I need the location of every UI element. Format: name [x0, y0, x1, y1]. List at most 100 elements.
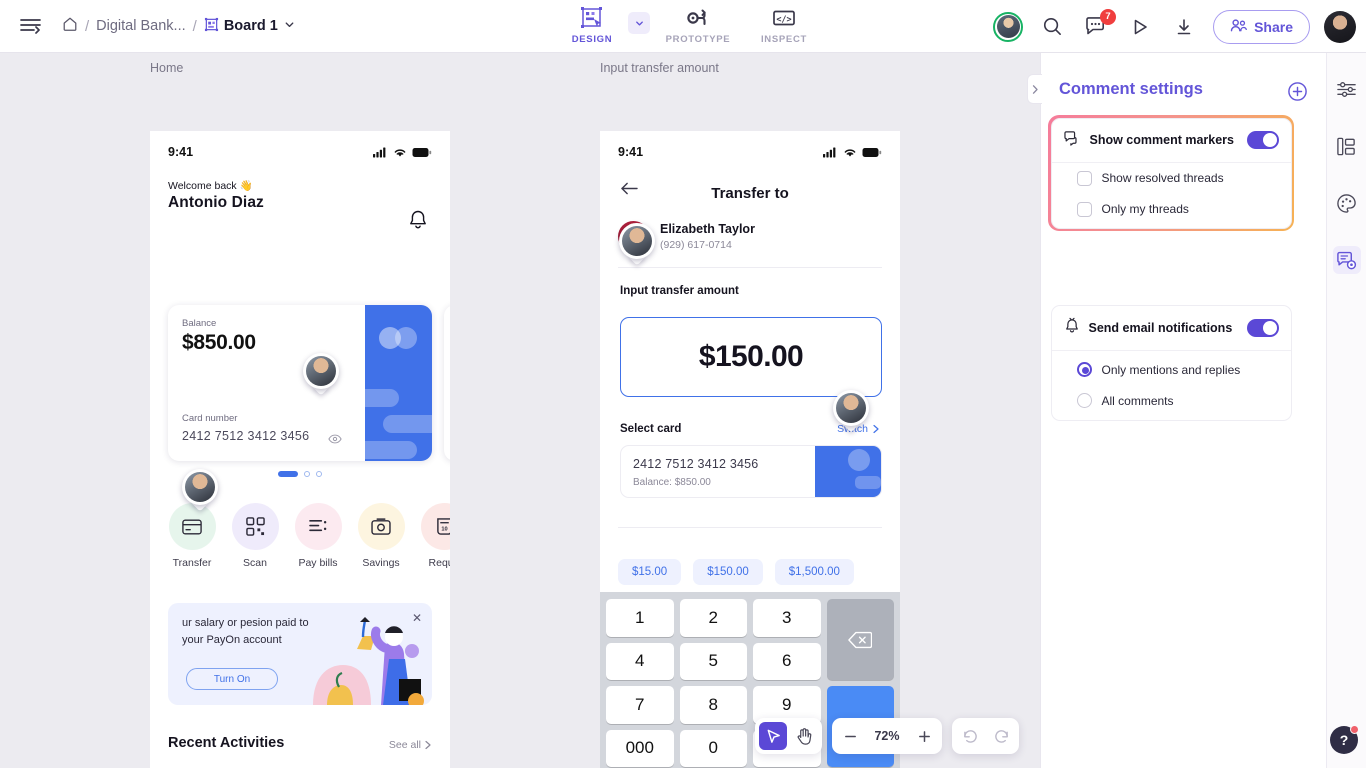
tab-prototype[interactable]: PROTOTYPE: [662, 0, 734, 45]
carousel-dot-1[interactable]: [278, 471, 298, 477]
panel-collapse-chevron-right-icon[interactable]: [1027, 74, 1042, 104]
comments-icon: [1063, 130, 1081, 151]
design-mode-chevron-down-icon[interactable]: [628, 12, 650, 34]
promo-turn-on-button[interactable]: Turn On: [186, 668, 278, 690]
avatar-online[interactable]: [993, 11, 1024, 42]
recipient-name: Elizabeth Taylor: [660, 222, 755, 236]
send-email-notifications-toggle[interactable]: [1246, 319, 1279, 337]
key-6[interactable]: 6: [753, 642, 821, 680]
quick-action-scan[interactable]: Scan: [231, 503, 279, 569]
home-icon[interactable]: [62, 16, 78, 36]
only-my-threads-label: Only my threads: [1101, 202, 1189, 216]
key-2[interactable]: 2: [679, 599, 747, 637]
tab-design[interactable]: DESIGN: [556, 0, 628, 45]
quick-action-savings[interactable]: Savings: [357, 503, 405, 569]
only-mentions-row[interactable]: Only mentions and replies: [1052, 351, 1291, 385]
tab-inspect-label: INSPECT: [760, 34, 808, 45]
cursor-icon[interactable]: [759, 722, 787, 750]
carousel-dot-2[interactable]: [304, 471, 310, 477]
bell-icon[interactable]: [408, 209, 428, 236]
only-my-threads-checkbox[interactable]: [1076, 201, 1092, 217]
user-name: Antonio Diaz: [168, 194, 264, 211]
show-comment-markers-toggle[interactable]: [1246, 131, 1279, 149]
palette-icon[interactable]: [1333, 189, 1361, 217]
frame-home[interactable]: 9:41 Welcome back 👋 Antonio Diaz Balance…: [150, 131, 450, 768]
add-comment-icon[interactable]: [1287, 81, 1308, 107]
hand-icon[interactable]: [790, 722, 818, 750]
svg-text:10: 10: [441, 526, 447, 532]
divider: [618, 527, 882, 528]
tab-design-label: DESIGN: [571, 34, 613, 45]
quick-action-paybills[interactable]: Pay bills: [294, 503, 342, 569]
comment-icon[interactable]: 7: [1081, 8, 1117, 42]
quick-action-label: Transfer: [172, 557, 212, 569]
zoom-level[interactable]: 72%: [867, 729, 907, 743]
sliders-icon[interactable]: [1333, 75, 1361, 103]
hamburger-icon[interactable]: [14, 9, 48, 43]
tab-inspect[interactable]: </> INSPECT: [748, 0, 820, 45]
breadcrumb-board[interactable]: Board 1: [204, 17, 296, 36]
avatar-user[interactable]: [1324, 10, 1356, 43]
see-all-link[interactable]: See all: [389, 739, 432, 751]
show-resolved-threads-checkbox[interactable]: [1076, 170, 1092, 186]
key-4[interactable]: 4: [606, 642, 674, 680]
key-8[interactable]: 8: [679, 686, 747, 724]
key-000[interactable]: 000: [606, 729, 674, 767]
balance-card-1[interactable]: Balance $850.00 Card number 2412 7512 34…: [168, 305, 432, 461]
play-icon[interactable]: [1125, 12, 1155, 42]
backspace-icon[interactable]: [826, 599, 894, 680]
eye-icon[interactable]: [328, 431, 342, 449]
quick-amount-chips[interactable]: $15.00 $150.00 $1,500.00: [618, 559, 854, 585]
card-number-label: Card number: [182, 413, 238, 424]
bottom-toolbar: 72%: [755, 718, 1019, 754]
key-7[interactable]: 7: [606, 686, 674, 724]
share-button[interactable]: Share: [1213, 9, 1310, 44]
carousel-dot-3[interactable]: [316, 471, 322, 477]
quick-action-request[interactable]: 10 Reque: [420, 503, 450, 569]
breadcrumb-project[interactable]: Digital Bank...: [96, 18, 185, 34]
balance-amount: $850.00: [182, 331, 256, 354]
zoom-out-minus-icon[interactable]: [836, 722, 864, 750]
card-artwork: [815, 446, 881, 497]
help-button[interactable]: ?: [1330, 725, 1359, 754]
key-3[interactable]: 3: [753, 599, 821, 637]
promo-banner[interactable]: ur salary or pesion paid to your PayOn a…: [168, 603, 432, 705]
selected-card[interactable]: 2412 7512 3412 3456 Balance: $850.00: [620, 445, 882, 498]
comment-pin-2[interactable]: [182, 469, 218, 513]
comment-settings-panel: Comment settings Show comment markers Sh…: [1027, 53, 1326, 768]
welcome-block: Welcome back 👋 Antonio Diaz: [150, 165, 450, 212]
comment-pin-3[interactable]: [619, 223, 655, 267]
zoom-in-plus-icon[interactable]: [910, 722, 938, 750]
show-resolved-threads-row[interactable]: Show resolved threads: [1052, 163, 1291, 194]
send-email-notifications-row[interactable]: Send email notifications: [1051, 306, 1291, 351]
quick-amount-2[interactable]: $150.00: [693, 559, 763, 585]
balance-card-2[interactable]: Balanc $115 Card n: [444, 305, 450, 461]
design-canvas[interactable]: Home Input transfer amount 9:41 Welcome …: [0, 53, 1047, 768]
undo-icon[interactable]: [956, 722, 984, 750]
key-1[interactable]: 1: [606, 599, 674, 637]
chevron-down-icon[interactable]: [283, 18, 296, 35]
amount-field-label: Input transfer amount: [620, 285, 739, 297]
search-icon[interactable]: [1037, 12, 1067, 42]
comment-pin-1[interactable]: [303, 353, 339, 397]
redo-icon[interactable]: [987, 722, 1015, 750]
key-5[interactable]: 5: [679, 642, 747, 680]
comment-settings-icon[interactable]: [1332, 246, 1361, 274]
all-comments-radio[interactable]: [1076, 393, 1092, 408]
download-icon[interactable]: [1169, 12, 1199, 42]
key-0[interactable]: 0: [679, 729, 747, 767]
share-label: Share: [1254, 18, 1293, 35]
balance-label: Balance: [182, 318, 217, 329]
amount-input[interactable]: $150.00: [620, 317, 882, 397]
only-my-threads-row[interactable]: Only my threads: [1052, 194, 1291, 228]
email-notifications-group: Send email notifications Only mentions a…: [1050, 305, 1292, 421]
send-email-notifications-label: Send email notifications: [1088, 321, 1233, 335]
frame-label-transfer: Input transfer amount: [600, 61, 719, 75]
quick-amount-1[interactable]: $15.00: [618, 559, 682, 585]
show-comment-markers-row[interactable]: Show comment markers: [1051, 119, 1291, 163]
comment-pin-4[interactable]: [833, 390, 869, 434]
only-mentions-radio[interactable]: [1076, 362, 1092, 377]
quick-amount-3[interactable]: $1,500.00: [774, 559, 854, 585]
layers-icon[interactable]: [1333, 132, 1361, 160]
all-comments-row[interactable]: All comments: [1052, 385, 1291, 420]
